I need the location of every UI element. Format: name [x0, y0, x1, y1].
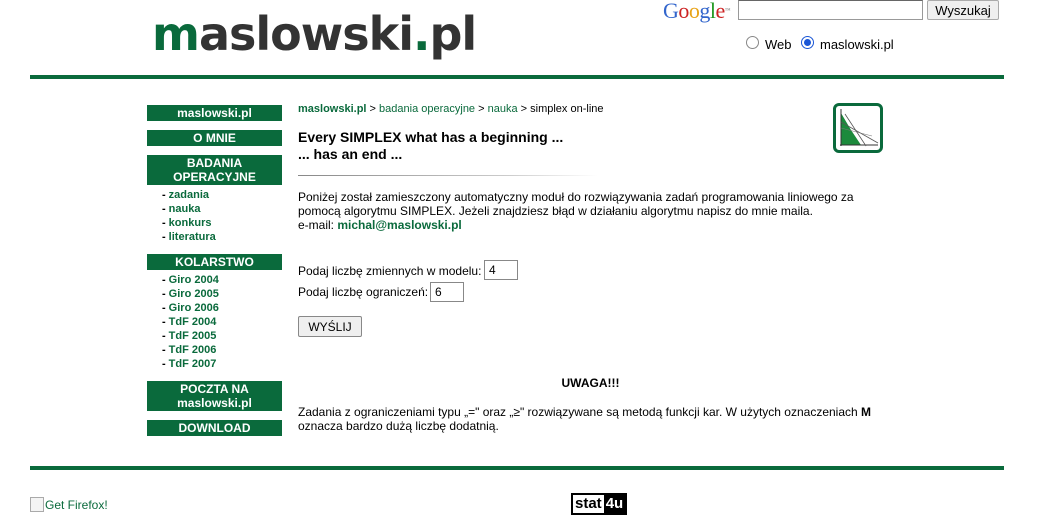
bullet-dash: - [162, 231, 166, 243]
sidebar-item-giro-2004[interactable]: - Giro 2004 [162, 273, 219, 287]
sidebar-item-konkurs[interactable]: - konkurs [162, 216, 211, 230]
bullet-dash: - [162, 203, 166, 215]
email-link[interactable]: michal@maslowski.pl [337, 218, 461, 232]
intro-text: Poniżej został zamieszczony automatyczny… [298, 190, 873, 232]
warning-text: Zadania z ograniczeniami typu „=" oraz „… [298, 405, 888, 433]
sidebar-item-tdf-2006[interactable]: - TdF 2006 [162, 343, 216, 357]
bullet-dash: - [162, 217, 166, 229]
sidebar-item-label: nauka [168, 203, 201, 215]
sidebar-item-label: TdF 2007 [168, 358, 217, 370]
sidebar-about-link[interactable]: O MNIE [147, 130, 282, 146]
header-divider [30, 75, 1004, 79]
breadcrumb-sep: > [366, 103, 380, 115]
bullet-dash: - [162, 330, 166, 342]
sidebar-item-label: TdF 2005 [168, 330, 217, 342]
sidebar-item-label: TdF 2006 [168, 344, 217, 356]
sidebar-item-tdf-2007[interactable]: - TdF 2007 [162, 357, 216, 371]
bullet-dash: - [162, 358, 166, 370]
vars-count-input[interactable] [484, 260, 518, 280]
breadcrumb: maslowski.pl > badania operacyjne > nauk… [298, 102, 604, 116]
warning-symbol-m: M [861, 405, 872, 419]
constraints-count-input[interactable] [430, 282, 464, 302]
search-button[interactable]: Wyszukaj [927, 0, 999, 20]
radio-web[interactable] [746, 36, 759, 49]
stat4u-part1: stat [573, 495, 604, 513]
google-letter: e [715, 0, 726, 23]
constraints-label: Podaj liczbę ograniczeń: [298, 285, 429, 299]
google-letter: o [678, 0, 689, 23]
sidebar-item-literatura[interactable]: - literatura [162, 230, 216, 244]
intro-paragraph: Poniżej został zamieszczony automatyczny… [298, 190, 854, 218]
logo-name: aslowski [198, 7, 414, 61]
sidebar-item-giro-2005[interactable]: - Giro 2005 [162, 287, 219, 301]
page-title: Every SIMPLEX what has a beginning ... [298, 129, 564, 145]
sidebar-item-label: TdF 2004 [168, 316, 217, 328]
bullet-dash: - [162, 302, 166, 314]
google-letter: o [688, 0, 700, 23]
breadcrumb-current: simplex on-line [530, 103, 604, 115]
warning-text-b: oznacza bardzo dużą liczbę dodatnią. [298, 419, 499, 433]
logo-m: m [152, 7, 200, 61]
breadcrumb-home[interactable]: maslowski.pl [298, 103, 366, 115]
bullet-dash: - [162, 274, 166, 286]
bullet-dash: - [162, 344, 166, 356]
bullet-dash: - [162, 316, 166, 328]
breadcrumb-section[interactable]: badania operacyjne [379, 103, 475, 115]
google-logo: Google™ [663, 0, 731, 23]
breadcrumb-sep: > [475, 103, 488, 115]
email-label: e-mail: [298, 218, 338, 232]
logo-tld: pl [429, 7, 477, 61]
radio-site[interactable] [801, 36, 814, 49]
site-logo[interactable]: maslowski.pl [152, 6, 477, 62]
warning-title: UWAGA!!! [561, 376, 620, 390]
google-letter: G [663, 0, 679, 23]
sidebar-badania-heading[interactable]: BADANIA OPERACYJNE [147, 155, 282, 185]
get-firefox-link[interactable]: Get Firefox! [30, 497, 108, 512]
bullet-dash: - [162, 189, 166, 201]
footer-divider [30, 466, 1004, 470]
broken-image-icon [30, 497, 44, 512]
search-input[interactable] [738, 0, 923, 20]
sidebar-item-label: Giro 2004 [168, 274, 219, 286]
vars-label: Podaj liczbę zmiennych w modelu: [298, 264, 482, 278]
sidebar-item-label: Giro 2005 [168, 288, 219, 300]
sidebar-home-link[interactable]: maslowski.pl [147, 105, 282, 121]
submit-button[interactable]: WYŚLIJ [298, 316, 362, 337]
sidebar-kolarstwo-heading[interactable]: KOLARSTWO [147, 254, 282, 270]
breadcrumb-sub[interactable]: nauka [488, 103, 518, 115]
google-tm: ™ [724, 8, 731, 14]
get-firefox-label: Get Firefox! [45, 498, 108, 512]
sidebar-mail-link[interactable]: POCZTA NA maslowski.pl [147, 381, 282, 411]
sidebar-item-label: zadania [168, 189, 210, 201]
sidebar-item-label: literatura [168, 231, 216, 243]
sidebar-item-label: Giro 2006 [168, 302, 219, 314]
logo-dot: . [412, 7, 431, 61]
sidebar-item-nauka[interactable]: - nauka [162, 202, 200, 216]
simplex-graph-icon [833, 103, 883, 153]
sidebar-item-zadania[interactable]: - zadania [162, 188, 209, 202]
warning-text-a: Zadania z ograniczeniami typu „=" oraz „… [298, 405, 862, 419]
sidebar-download-link[interactable]: DOWNLOAD [147, 420, 282, 436]
page-subtitle: ... has an end ... [298, 146, 403, 162]
radio-site-label: maslowski.pl [820, 37, 894, 52]
bullet-dash: - [162, 288, 166, 300]
radio-web-label: Web [765, 37, 792, 52]
google-letter: g [699, 0, 710, 23]
title-divider [298, 175, 598, 176]
stat4u-badge[interactable]: stat 4u [571, 493, 628, 515]
breadcrumb-sep: > [517, 103, 531, 115]
stat4u-part2: 4u [603, 495, 626, 513]
sidebar-item-tdf-2005[interactable]: - TdF 2005 [162, 329, 216, 343]
sidebar-item-giro-2006[interactable]: - Giro 2006 [162, 301, 219, 315]
sidebar-item-label: konkurs [168, 217, 212, 229]
sidebar-item-tdf-2004[interactable]: - TdF 2004 [162, 315, 216, 329]
